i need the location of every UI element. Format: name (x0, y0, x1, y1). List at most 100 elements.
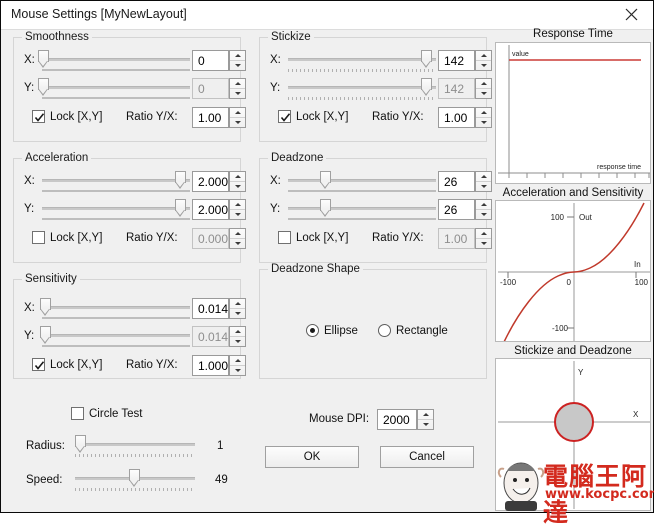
chart-acceleration-sensitivity[interactable]: 100 0 -100 -100 100 Out In (495, 200, 651, 342)
spin-up-icon[interactable] (230, 299, 245, 309)
stickize-y-spinner[interactable] (475, 78, 492, 99)
spin-up-icon[interactable] (230, 200, 245, 210)
slider-thumb[interactable] (420, 78, 432, 97)
spin-up-icon[interactable] (476, 79, 491, 89)
acceleration-y-slider[interactable] (42, 199, 190, 221)
acceleration-y-value[interactable]: 2.000 (192, 199, 229, 220)
spin-down-icon[interactable] (230, 118, 245, 127)
deadzone-ratio-value[interactable]: 1.00 (438, 228, 475, 249)
smoothness-x-spinner[interactable] (229, 50, 246, 71)
sensitivity-x-slider[interactable] (39, 298, 190, 320)
spin-up-icon[interactable] (230, 172, 245, 182)
deadzone-x-spinner[interactable] (475, 171, 492, 192)
deadzone-lock-checkbox[interactable] (278, 231, 291, 244)
acceleration-lock-checkbox[interactable] (32, 231, 45, 244)
slider-thumb[interactable] (74, 435, 86, 454)
spin-down-icon[interactable] (230, 61, 245, 70)
deadzone-x-value[interactable]: 26 (438, 171, 475, 192)
spin-up-icon[interactable] (230, 327, 245, 337)
acceleration-x-value[interactable]: 2.000 (192, 171, 229, 192)
spin-up-icon[interactable] (476, 229, 491, 239)
spin-down-icon[interactable] (230, 309, 245, 318)
spin-down-icon[interactable] (476, 118, 491, 127)
spin-down-icon[interactable] (230, 89, 245, 98)
spin-up-icon[interactable] (230, 108, 245, 118)
close-icon[interactable] (609, 1, 653, 28)
deadzone-y-spinner[interactable] (475, 199, 492, 220)
sensitivity-ratio-spinner[interactable] (229, 355, 246, 376)
spin-up-icon[interactable] (476, 200, 491, 210)
slider-thumb[interactable] (420, 50, 432, 69)
slider-thumb[interactable] (38, 50, 50, 69)
radius-slider[interactable] (74, 435, 195, 457)
spin-down-icon[interactable] (476, 61, 491, 70)
spin-up-icon[interactable] (418, 410, 433, 420)
radio-rectangle[interactable] (378, 324, 391, 337)
stickize-x-value[interactable]: 142 (438, 50, 475, 71)
spin-up-icon[interactable] (476, 108, 491, 118)
smoothness-ratio-spinner[interactable] (229, 107, 246, 128)
slider-thumb[interactable] (174, 171, 186, 190)
spin-down-icon[interactable] (476, 182, 491, 191)
cancel-button[interactable]: Cancel (380, 446, 474, 468)
spin-up-icon[interactable] (476, 51, 491, 61)
stickize-x-spinner[interactable] (475, 50, 492, 71)
spin-up-icon[interactable] (230, 356, 245, 366)
deadzone-y-value[interactable]: 26 (438, 199, 475, 220)
stickize-x-slider[interactable] (288, 50, 436, 72)
spin-down-icon[interactable] (230, 210, 245, 219)
stickize-lock-checkbox[interactable] (278, 110, 291, 123)
spin-up-icon[interactable] (230, 51, 245, 61)
smoothness-y-spinner[interactable] (229, 78, 246, 99)
spin-up-icon[interactable] (230, 229, 245, 239)
mouse-dpi-spinner[interactable] (417, 409, 434, 430)
deadzone-y-slider[interactable] (288, 199, 436, 221)
stickize-y-value[interactable]: 142 (438, 78, 475, 99)
smoothness-lock-checkbox[interactable] (32, 110, 45, 123)
spin-up-icon[interactable] (230, 79, 245, 89)
spin-down-icon[interactable] (476, 210, 491, 219)
sensitivity-x-value[interactable]: 0.014 (192, 298, 229, 319)
acceleration-ratio-spinner[interactable] (229, 228, 246, 249)
stickize-y-slider[interactable] (288, 78, 436, 100)
chart-response-time[interactable]: value response time (495, 42, 651, 184)
ok-button[interactable]: OK (265, 446, 359, 468)
acceleration-ratio-value[interactable]: 0.000 (192, 228, 229, 249)
smoothness-ratio-value[interactable]: 1.00 (192, 107, 229, 128)
smoothness-x-value[interactable]: 0 (192, 50, 229, 71)
acceleration-x-spinner[interactable] (229, 171, 246, 192)
stickize-ratio-spinner[interactable] (475, 107, 492, 128)
radio-ellipse[interactable] (306, 324, 319, 337)
smoothness-x-slider[interactable] (38, 50, 190, 72)
sensitivity-y-value[interactable]: 0.014 (192, 326, 229, 347)
acceleration-x-slider[interactable] (42, 171, 190, 193)
slider-thumb[interactable] (128, 469, 140, 488)
spin-down-icon[interactable] (230, 337, 245, 346)
sensitivity-y-slider[interactable] (39, 326, 190, 348)
deadzone-x-slider[interactable] (288, 171, 436, 193)
speed-slider[interactable] (75, 469, 195, 491)
sensitivity-y-spinner[interactable] (229, 326, 246, 347)
spin-down-icon[interactable] (230, 239, 245, 248)
spin-down-icon[interactable] (230, 182, 245, 191)
deadzone-ratio-spinner[interactable] (475, 228, 492, 249)
smoothness-y-value[interactable]: 0 (192, 78, 229, 99)
sensitivity-ratio-value[interactable]: 1.000 (192, 355, 229, 376)
spin-down-icon[interactable] (476, 239, 491, 248)
slider-thumb[interactable] (39, 326, 51, 345)
spin-down-icon[interactable] (476, 89, 491, 98)
spin-down-icon[interactable] (230, 366, 245, 375)
slider-thumb[interactable] (174, 199, 186, 218)
slider-thumb[interactable] (38, 78, 50, 97)
mouse-dpi-value[interactable]: 2000 (377, 409, 417, 430)
sensitivity-x-spinner[interactable] (229, 298, 246, 319)
circle-test-checkbox[interactable] (71, 407, 84, 420)
smoothness-y-slider[interactable] (38, 78, 190, 100)
slider-thumb[interactable] (320, 199, 331, 218)
spin-up-icon[interactable] (476, 172, 491, 182)
slider-thumb[interactable] (39, 298, 51, 317)
sensitivity-lock-checkbox[interactable] (32, 358, 45, 371)
acceleration-y-spinner[interactable] (229, 199, 246, 220)
slider-thumb[interactable] (320, 171, 331, 190)
stickize-ratio-value[interactable]: 1.00 (438, 107, 475, 128)
